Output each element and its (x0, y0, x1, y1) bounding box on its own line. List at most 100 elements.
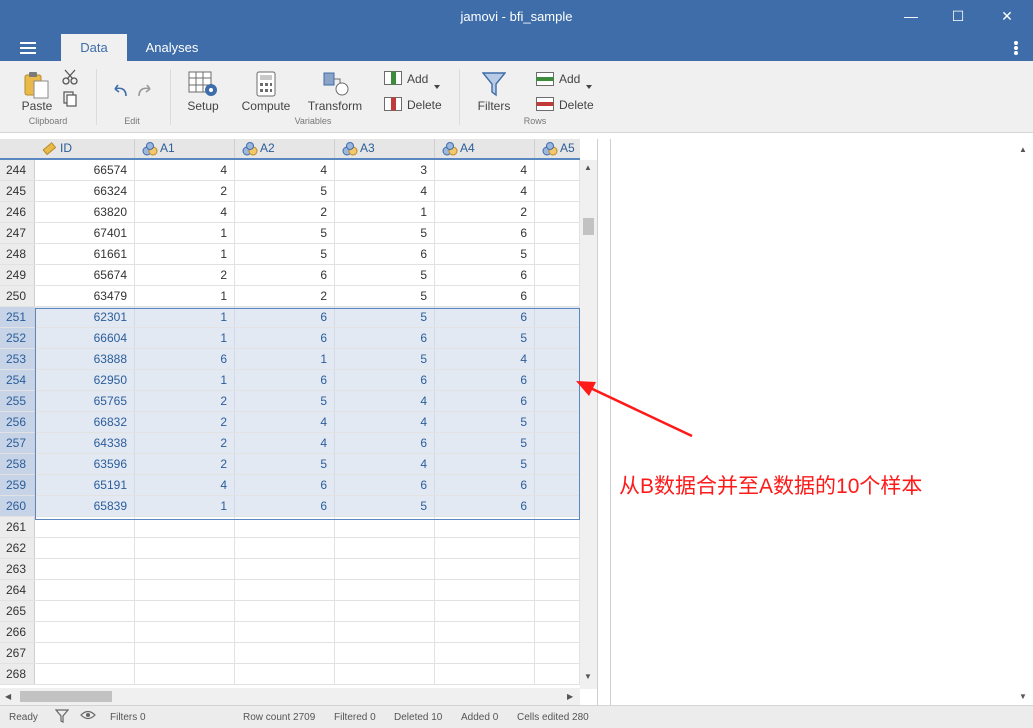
cell-a2[interactable]: 6 (235, 496, 335, 516)
cell-a1[interactable]: 4 (135, 160, 235, 180)
cell-a1[interactable]: 1 (135, 328, 235, 348)
setup-icon[interactable] (188, 71, 218, 102)
cell-a2[interactable] (235, 643, 335, 663)
cell-a1[interactable]: 2 (135, 265, 235, 285)
cell-a1[interactable]: 2 (135, 454, 235, 474)
cell-a5[interactable] (535, 349, 580, 369)
scroll-up-icon[interactable]: ▲ (584, 163, 592, 172)
cell-a2[interactable] (235, 622, 335, 642)
table-row[interactable]: 268 (0, 664, 580, 685)
cell-a2[interactable]: 1 (235, 349, 335, 369)
cell-a2[interactable]: 5 (235, 223, 335, 243)
cell-a4[interactable]: 6 (435, 286, 535, 306)
row-number[interactable]: 245 (0, 181, 35, 201)
cell-id[interactable]: 65839 (35, 496, 135, 516)
close-button[interactable]: ✕ (997, 6, 1017, 26)
scroll-down-icon[interactable]: ▼ (1019, 692, 1027, 701)
cell-a3[interactable]: 5 (335, 223, 435, 243)
row-number[interactable]: 244 (0, 160, 35, 180)
setup-button-label[interactable]: Setup (183, 99, 223, 113)
cell-a5[interactable] (535, 622, 580, 642)
column-header-a5[interactable]: A5 (535, 139, 580, 158)
delete-variable-icon[interactable] (384, 97, 402, 116)
cell-id[interactable]: 66604 (35, 328, 135, 348)
cell-a1[interactable]: 2 (135, 433, 235, 453)
cell-a4[interactable]: 5 (435, 454, 535, 474)
cell-a5[interactable] (535, 223, 580, 243)
cell-a2[interactable]: 6 (235, 307, 335, 327)
cell-a1[interactable] (135, 517, 235, 537)
cell-a3[interactable] (335, 580, 435, 600)
transform-icon[interactable] (322, 71, 350, 102)
cell-a3[interactable] (335, 643, 435, 663)
cell-a2[interactable]: 2 (235, 202, 335, 222)
cell-a2[interactable] (235, 559, 335, 579)
cell-a5[interactable] (535, 517, 580, 537)
calculator-icon[interactable] (256, 71, 276, 102)
cell-id[interactable]: 65191 (35, 475, 135, 495)
cell-a5[interactable] (535, 244, 580, 264)
cell-id[interactable] (35, 559, 135, 579)
row-number[interactable]: 250 (0, 286, 35, 306)
row-number[interactable]: 263 (0, 559, 35, 579)
cell-a3[interactable]: 6 (335, 370, 435, 390)
cell-id[interactable]: 66832 (35, 412, 135, 432)
results-scrollbar[interactable]: ▲ ▼ (1013, 139, 1033, 705)
column-header-a3[interactable]: A3 (335, 139, 435, 158)
table-row[interactable]: 267 (0, 643, 580, 664)
row-number[interactable]: 249 (0, 265, 35, 285)
table-row[interactable]: 261 (0, 517, 580, 538)
cell-a4[interactable]: 5 (435, 433, 535, 453)
cell-a1[interactable]: 1 (135, 244, 235, 264)
delete-variable-button[interactable]: Delete (407, 98, 457, 112)
cell-a3[interactable] (335, 538, 435, 558)
cell-a5[interactable] (535, 160, 580, 180)
cell-a4[interactable] (435, 601, 535, 621)
cell-a5[interactable] (535, 559, 580, 579)
cell-a2[interactable]: 5 (235, 454, 335, 474)
cell-id[interactable]: 63479 (35, 286, 135, 306)
cell-a2[interactable]: 6 (235, 475, 335, 495)
cell-a4[interactable] (435, 580, 535, 600)
cell-a2[interactable]: 4 (235, 160, 335, 180)
delete-row-button[interactable]: Delete (559, 98, 609, 112)
scissors-icon[interactable] (62, 69, 78, 90)
cell-a1[interactable] (135, 622, 235, 642)
cell-a4[interactable]: 2 (435, 202, 535, 222)
cell-id[interactable]: 63596 (35, 454, 135, 474)
cell-id[interactable]: 66324 (35, 181, 135, 201)
transform-button-label[interactable]: Transform (306, 99, 364, 113)
cell-a4[interactable]: 4 (435, 160, 535, 180)
row-number[interactable]: 253 (0, 349, 35, 369)
row-number[interactable]: 246 (0, 202, 35, 222)
cell-a3[interactable]: 5 (335, 286, 435, 306)
cell-a5[interactable] (535, 454, 580, 474)
vertical-scroll-thumb[interactable] (583, 218, 594, 235)
cell-a5[interactable] (535, 643, 580, 663)
table-row[interactable]: 247 67401 1 5 5 6 (0, 223, 580, 244)
cell-a2[interactable] (235, 538, 335, 558)
cell-a1[interactable] (135, 538, 235, 558)
cell-a5[interactable] (535, 496, 580, 516)
table-row[interactable]: 246 63820 4 2 1 2 (0, 202, 580, 223)
minimize-button[interactable]: — (901, 6, 921, 26)
table-row[interactable]: 249 65674 2 6 5 6 (0, 265, 580, 286)
cell-a3[interactable]: 5 (335, 496, 435, 516)
cell-id[interactable]: 67401 (35, 223, 135, 243)
cell-a2[interactable] (235, 517, 335, 537)
cell-a3[interactable]: 1 (335, 202, 435, 222)
table-row[interactable]: 263 (0, 559, 580, 580)
table-row[interactable]: 250 63479 1 2 5 6 (0, 286, 580, 307)
row-number[interactable]: 260 (0, 496, 35, 516)
cell-a2[interactable]: 2 (235, 286, 335, 306)
cell-a5[interactable] (535, 664, 580, 684)
row-number[interactable]: 256 (0, 412, 35, 432)
row-number[interactable]: 261 (0, 517, 35, 537)
table-row[interactable]: 248 61661 1 5 6 5 (0, 244, 580, 265)
table-row[interactable]: 259 65191 4 6 6 6 (0, 475, 580, 496)
cell-a1[interactable]: 1 (135, 307, 235, 327)
cell-a3[interactable]: 5 (335, 349, 435, 369)
cell-id[interactable] (35, 622, 135, 642)
filter-icon[interactable] (481, 71, 507, 102)
cell-a2[interactable]: 5 (235, 244, 335, 264)
